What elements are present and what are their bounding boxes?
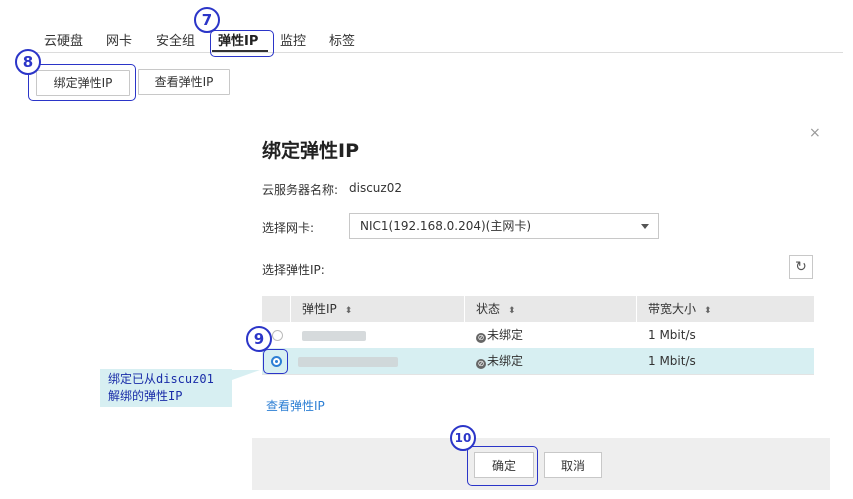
refresh-icon: ↻ xyxy=(795,259,807,275)
bandwidth-cell: 1 Mbit/s xyxy=(648,328,696,342)
unbound-status-icon: ⊘ xyxy=(476,359,486,369)
callout-box-9 xyxy=(263,349,288,374)
callout-9: 9 xyxy=(246,326,272,352)
sort-icon[interactable]: ⬍ xyxy=(704,306,712,316)
unbound-status-icon: ⊘ xyxy=(476,333,486,343)
status-cell: ⊘ 未绑定 xyxy=(476,354,524,369)
eip-value-redacted xyxy=(298,357,398,367)
view-eip-button[interactable]: 查看弹性IP xyxy=(138,69,230,95)
callout-box-7 xyxy=(210,30,274,57)
note-line-1: 绑定已从discuz01 xyxy=(108,372,214,386)
callout-box-10 xyxy=(467,446,538,486)
sort-icon[interactable]: ⬍ xyxy=(345,306,353,316)
tab-nic[interactable]: 网卡 xyxy=(106,30,132,49)
nic-select[interactable]: NIC1(192.168.0.204)(主网卡) xyxy=(349,213,659,239)
table-row[interactable]: ⊘ 未绑定 1 Mbit/s xyxy=(262,322,814,349)
refresh-button[interactable]: ↻ xyxy=(789,255,813,279)
nic-select-value: NIC1(192.168.0.204)(主网卡) xyxy=(360,219,532,233)
chevron-down-icon xyxy=(641,224,649,229)
tab-cloud-disk[interactable]: 云硬盘 xyxy=(44,30,83,49)
callout-8: 8 xyxy=(15,49,41,75)
eip-value-redacted xyxy=(302,331,366,341)
header-separator xyxy=(636,296,637,322)
annotation-note: 绑定已从discuz01 解绑的弹性IP xyxy=(100,369,232,407)
note-pointer xyxy=(232,370,260,380)
callout-7: 7 xyxy=(194,7,220,33)
server-name-label: 云服务器名称: xyxy=(262,183,339,197)
callout-10: 10 xyxy=(450,425,476,451)
eip-label: 选择弹性IP: xyxy=(262,263,325,277)
header-eip[interactable]: 弹性IP ⬍ xyxy=(302,296,352,322)
tab-tags[interactable]: 标签 xyxy=(329,30,355,49)
callout-box-8 xyxy=(28,64,136,101)
status-cell: ⊘ 未绑定 xyxy=(476,328,524,343)
header-bandwidth[interactable]: 带宽大小 ⬍ xyxy=(648,296,712,322)
dialog-title: 绑定弹性IP xyxy=(262,140,359,162)
note-line-2: 解绑的弹性IP xyxy=(108,389,183,403)
bandwidth-cell: 1 Mbit/s xyxy=(648,354,696,368)
row-radio[interactable] xyxy=(272,330,283,341)
tab-security-group[interactable]: 安全组 xyxy=(156,30,195,49)
cancel-button[interactable]: 取消 xyxy=(544,452,602,478)
header-separator xyxy=(290,296,291,322)
table-row[interactable]: ⊘ 未绑定 1 Mbit/s xyxy=(262,348,814,375)
close-icon[interactable]: × xyxy=(809,125,821,141)
dialog-footer xyxy=(252,438,830,490)
header-status[interactable]: 状态 ⬍ xyxy=(476,296,516,322)
server-name-value: discuz02 xyxy=(349,181,402,195)
nic-label: 选择网卡: xyxy=(262,221,315,235)
tab-divider xyxy=(28,52,843,53)
tab-monitor[interactable]: 监控 xyxy=(280,30,306,49)
sort-icon[interactable]: ⬍ xyxy=(508,306,516,316)
table-header: 弹性IP ⬍ 状态 ⬍ 带宽大小 ⬍ xyxy=(262,296,814,322)
header-separator xyxy=(464,296,465,322)
view-eip-link[interactable]: 查看弹性IP xyxy=(266,397,325,414)
